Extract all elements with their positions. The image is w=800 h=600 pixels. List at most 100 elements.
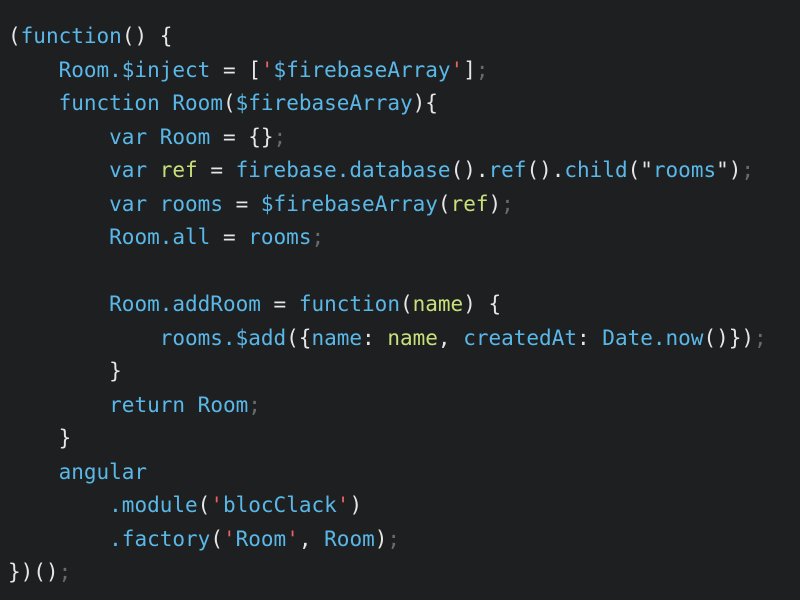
code-token: function: [20, 24, 122, 48]
code-token: (: [437, 191, 451, 216]
code-token: ,: [437, 325, 464, 350]
code-token: var: [109, 191, 148, 216]
code-line[interactable]: .factory('Room', Room);: [8, 523, 800, 557]
code-token: () {: [121, 24, 173, 48]
code-token: angular: [58, 459, 148, 484]
code-token: Room.addRoom: [109, 292, 261, 316]
code-token: child: [564, 158, 628, 182]
code-token: ;: [387, 526, 401, 551]
code-token: =: [222, 191, 261, 216]
code-token: ): [488, 191, 502, 216]
code-token: }: [8, 359, 122, 383]
code-token: var: [109, 158, 148, 182]
code-token: (: [197, 493, 211, 517]
code-token: ;: [58, 560, 72, 584]
code-token: (: [222, 91, 236, 115]
code-token: ({: [286, 325, 312, 350]
code-token: function: [298, 292, 400, 316]
code-token: ;: [311, 225, 325, 249]
code-line[interactable]: (function() {: [8, 20, 800, 54]
code-line[interactable]: })();: [8, 556, 800, 590]
code-token: :: [577, 325, 603, 350]
code-line[interactable]: Room.all = rooms;: [8, 221, 800, 255]
code-token: =: [210, 225, 249, 249]
code-token: ().: [526, 158, 565, 182]
code-token: Room: [172, 91, 223, 115]
code-token: ()}): [703, 325, 755, 350]
code-token: Room: [159, 124, 211, 149]
code-token: ): [349, 493, 363, 517]
code-token: ) {: [463, 292, 502, 316]
code-token: Room.$inject: [58, 57, 211, 82]
code-token: =: [260, 292, 299, 316]
code-token: ){: [412, 91, 438, 115]
code-token: $firebaseArray: [260, 191, 438, 216]
code-token: name: [387, 325, 438, 350]
code-token: ': [336, 493, 350, 517]
code-token: ]: [463, 57, 476, 82]
code-token: (": [627, 158, 653, 182]
code-line[interactable]: rooms.$add({name: name, createdAt: Date.…: [8, 322, 800, 356]
code-line[interactable]: var rooms = $firebaseArray(ref);: [8, 188, 800, 222]
code-line[interactable]: Room.addRoom = function(name) {: [8, 288, 800, 322]
code-token: createdAt: [463, 325, 577, 350]
code-token: $firebaseArray: [235, 91, 413, 115]
code-line[interactable]: }: [8, 422, 800, 456]
code-token: Date.now: [602, 325, 704, 350]
code-token: Room: [324, 526, 375, 551]
code-token: }: [8, 426, 72, 450]
code-line[interactable]: Room.$inject = ['$firebaseArray'];: [8, 54, 800, 88]
code-token: ,: [298, 526, 325, 551]
code-line[interactable]: angular: [8, 456, 800, 490]
code-token: ref: [159, 158, 198, 182]
code-token: var: [109, 124, 148, 149]
code-token: ;: [475, 57, 489, 82]
code-token: Room: [235, 526, 287, 551]
code-token: ().: [450, 158, 489, 182]
code-token: "): [716, 158, 742, 182]
code-token: ref: [488, 158, 527, 182]
code-token: rooms.$add: [159, 325, 287, 350]
code-line[interactable]: function Room($firebaseArray){: [8, 87, 800, 121]
code-token: ;: [501, 191, 514, 216]
code-token: ': [260, 57, 274, 82]
code-token: return: [109, 392, 186, 417]
code-token: rooms: [652, 158, 717, 182]
code-token: :: [362, 325, 388, 350]
code-token: ': [450, 57, 464, 82]
code-token: ': [286, 526, 299, 551]
code-token: Room: [197, 392, 249, 417]
code-token: ;: [273, 124, 287, 149]
code-token: .module: [109, 493, 198, 517]
code-line[interactable]: }: [8, 355, 800, 389]
code-line[interactable]: var ref = firebase.database().ref().chil…: [8, 154, 800, 188]
code-token: ref: [450, 191, 489, 216]
code-line[interactable]: [8, 255, 800, 289]
code-line[interactable]: .module('blocClack'): [8, 489, 800, 523]
code-token: $firebaseArray: [273, 57, 451, 82]
code-token: name: [412, 292, 464, 316]
code-token: name: [311, 325, 363, 350]
code-token: ;: [248, 392, 261, 417]
code-token: ': [222, 526, 236, 551]
code-token: (: [8, 24, 21, 48]
code-line[interactable]: var Room = {};: [8, 121, 800, 155]
code-editor[interactable]: (function() { Room.$inject = ['$firebase…: [0, 0, 800, 600]
code-token: rooms: [159, 191, 223, 216]
code-token: })(): [8, 560, 59, 584]
code-token: function: [58, 91, 160, 115]
code-line[interactable]: return Room;: [8, 389, 800, 423]
code-token: Room.all: [109, 225, 211, 249]
code-token: rooms: [248, 225, 312, 249]
